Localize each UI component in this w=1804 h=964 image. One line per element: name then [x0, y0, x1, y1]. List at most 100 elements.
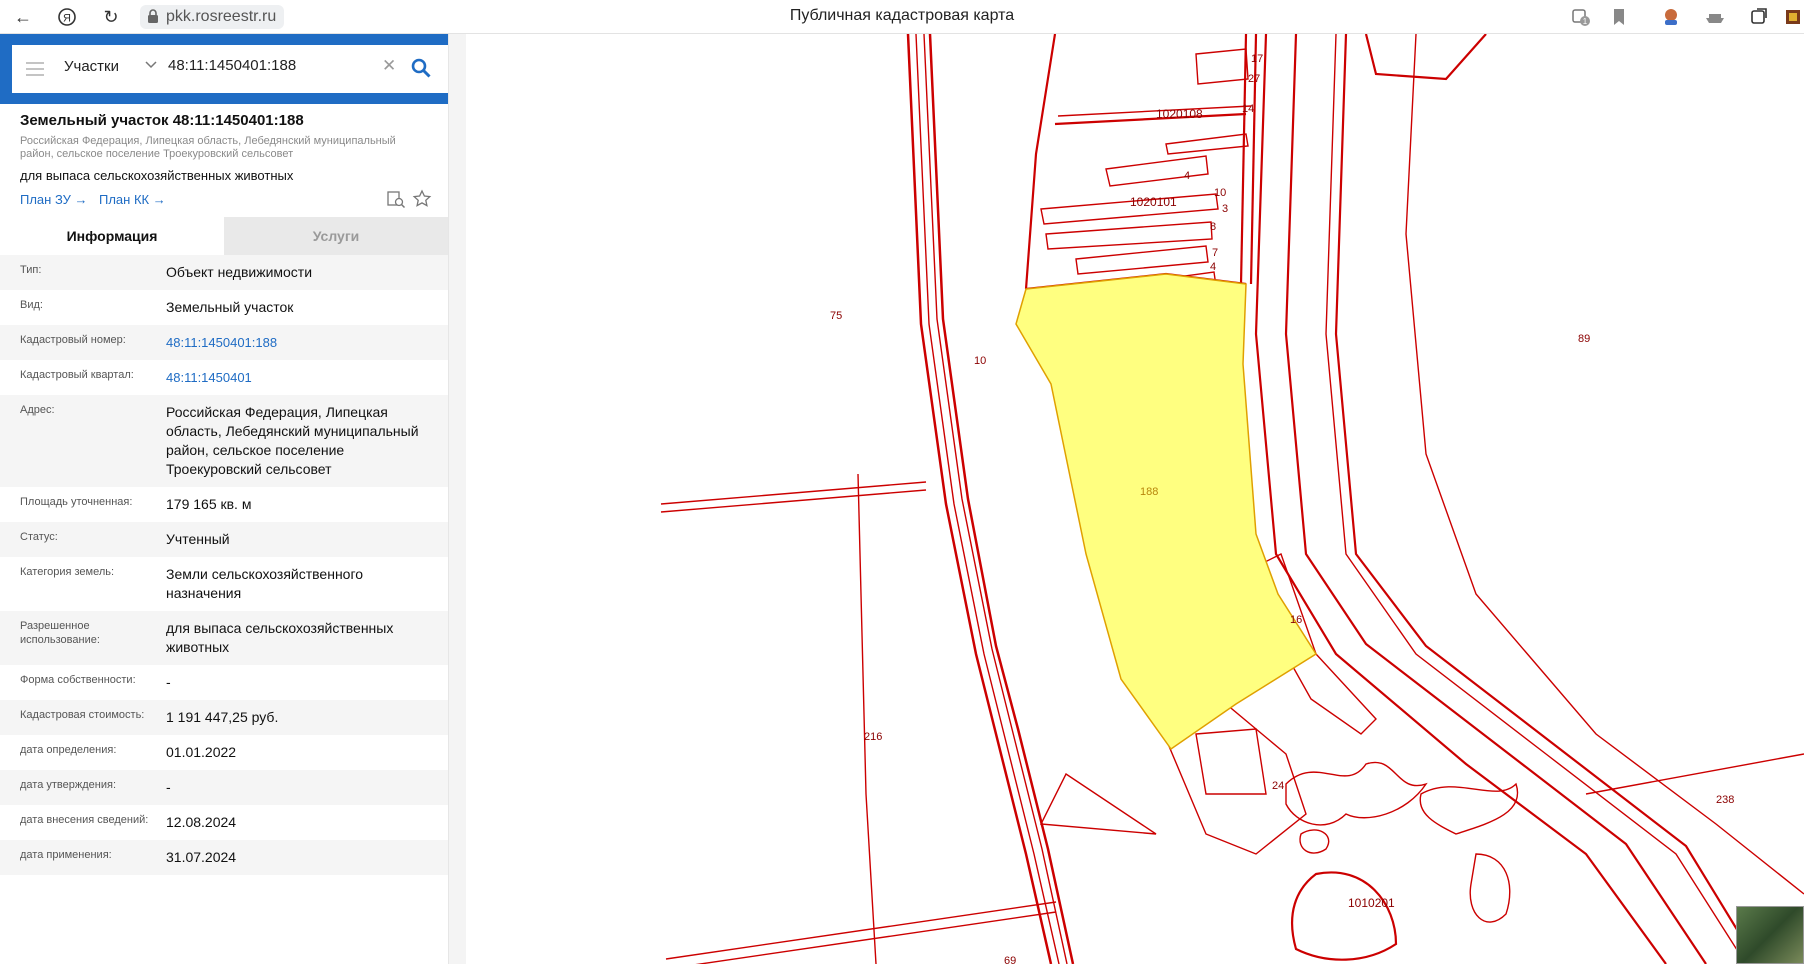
- property-row: Форма собственности: -: [0, 665, 448, 700]
- map-label: 24: [1272, 780, 1284, 792]
- tab-services[interactable]: Услуги: [224, 217, 448, 255]
- property-value: Учтенный: [166, 531, 230, 547]
- property-value: 31.07.2024: [166, 849, 237, 865]
- search-box: Участки ✕: [12, 45, 450, 93]
- map-label: 16: [1290, 614, 1302, 626]
- property-row: Вид: Земельный участок: [0, 290, 448, 325]
- tab-information[interactable]: Информация: [0, 217, 224, 255]
- map-label: 4: [1210, 261, 1216, 273]
- property-label: Адрес:: [20, 404, 55, 416]
- property-label: Форма собственности:: [20, 674, 136, 686]
- map-label: 216: [864, 731, 882, 743]
- property-row: Площадь уточненная: 179 165 кв. м: [0, 487, 448, 522]
- map-label: 238: [1716, 794, 1734, 806]
- hat-icon[interactable]: [1704, 6, 1726, 28]
- search-category-select[interactable]: Участки: [64, 58, 119, 75]
- extension-icon[interactable]: [1660, 6, 1682, 28]
- map-label: 75: [830, 310, 842, 322]
- cadastral-map[interactable]: 17 27 1020108 14 4 1020101 10 3 8 7 4 75…: [466, 34, 1804, 964]
- property-label: дата применения:: [20, 849, 112, 861]
- property-label: Разрешенное использование:: [20, 620, 100, 646]
- properties-table: Тип: Объект недвижимости Вид: Земельный уч…: [0, 255, 448, 875]
- map-label: 89: [1578, 333, 1590, 345]
- bookmark-icon[interactable]: [1608, 6, 1630, 28]
- property-row: Кадастровый квартал: 48:11:1450401: [0, 360, 448, 395]
- property-row: дата утверждения: -: [0, 770, 448, 805]
- property-label: дата утверждения:: [20, 779, 117, 791]
- search-panel: Участки ✕: [0, 34, 466, 104]
- property-label: Категория земель:: [20, 566, 115, 578]
- map-label: 17: [1251, 53, 1263, 65]
- property-row: дата определения: 01.01.2022: [0, 735, 448, 770]
- map-label: 4: [1184, 170, 1190, 182]
- property-label: Кадастровый номер:: [20, 334, 126, 346]
- zoom-to-parcel-icon[interactable]: [386, 189, 406, 209]
- hamburger-menu-icon[interactable]: [26, 62, 44, 76]
- property-row: Разрешенное использование: для выпаса сел…: [0, 611, 448, 665]
- property-label: дата внесения сведений:: [20, 814, 149, 826]
- satellite-layer-toggle[interactable]: [1736, 906, 1804, 964]
- parcel-address: Российская Федерация, Липецкая область, …: [20, 135, 396, 160]
- map-label: 7: [1212, 247, 1218, 259]
- map-label: 188: [1140, 486, 1158, 498]
- cadastral-number-link[interactable]: 48:11:1450401:188: [166, 333, 438, 352]
- selected-parcel[interactable]: [1015, 273, 1318, 751]
- map-label: 69: [1004, 955, 1016, 964]
- map-labels: 17 27 1020108 14 4 1020101 10 3 8 7 4 75…: [830, 53, 1734, 964]
- property-value: Объект недвижимости: [166, 264, 313, 280]
- property-value: 01.01.2022: [166, 744, 237, 760]
- property-label: Площадь уточненная:: [20, 496, 133, 508]
- property-row: дата внесения сведений: 12.08.2024: [0, 805, 448, 840]
- property-row: Кадастровая стоимость: 1 191 447,25 руб.: [0, 700, 448, 735]
- page-title: Публичная кадастровая карта: [789, 7, 1015, 24]
- cadastral-quarter-link[interactable]: 48:11:1450401: [166, 368, 438, 387]
- property-value: Российская Федерация, Липецкая область, …: [166, 404, 419, 477]
- property-value: 12.08.2024: [166, 814, 237, 830]
- plan-kk-link[interactable]: План КК →: [99, 192, 166, 207]
- chevron-down-icon[interactable]: [144, 57, 158, 74]
- map-canvas[interactable]: 17 27 1020108 14 4 1020101 10 3 8 7 4 75…: [466, 34, 1804, 964]
- property-value: Земельный участок: [166, 299, 294, 315]
- notifications-icon[interactable]: 1: [1570, 6, 1592, 28]
- property-row: Кадастровый номер: 48:11:1450401:188: [0, 325, 448, 360]
- property-label: дата определения:: [20, 744, 117, 756]
- search-input[interactable]: [168, 57, 378, 74]
- property-label: Вид:: [20, 299, 43, 311]
- property-value: -: [166, 674, 171, 690]
- plan-zu-link[interactable]: План ЗУ →: [20, 192, 88, 207]
- info-sidebar: Участки ✕ Земельный участок 48:11:145040…: [0, 34, 467, 964]
- property-row: дата применения: 31.07.2024: [0, 840, 448, 875]
- property-row: Тип: Объект недвижимости: [0, 255, 448, 290]
- map-label: 10: [974, 355, 986, 367]
- property-label: Тип:: [20, 264, 42, 276]
- parcel-usage: для выпаса сельскохозяйственных животных: [20, 168, 294, 183]
- property-row: Статус: Учтенный: [0, 522, 448, 557]
- map-label: 1020108: [1156, 107, 1203, 121]
- property-label: Статус:: [20, 531, 58, 543]
- map-label: 8: [1210, 221, 1216, 233]
- sidebar-scrollbar[interactable]: [448, 34, 467, 964]
- property-value: для выпаса сельскохозяйственных животных: [166, 620, 394, 655]
- map-label: 1010201: [1348, 896, 1395, 910]
- parcel-title: Земельный участок 48:11:1450401:188: [20, 112, 304, 129]
- property-value: Земли сельскохозяйственного назначения: [166, 566, 364, 601]
- property-row: Адрес: Российская Федерация, Липецкая обл…: [0, 395, 448, 487]
- svg-text:1: 1: [1583, 17, 1588, 26]
- map-label: 3: [1222, 203, 1228, 215]
- star-icon[interactable]: [412, 189, 432, 209]
- info-tabs: Информация Услуги: [0, 217, 448, 255]
- map-label: 27: [1248, 73, 1260, 85]
- map-label: 14: [1242, 103, 1254, 115]
- property-value: 1 191 447,25 руб.: [166, 709, 279, 725]
- browser-toolbar: ← Я ↻ pkk.rosreestr.ru Публичная кадастр…: [0, 0, 1804, 34]
- property-row: Категория земель: Земли сельскохозяйствен…: [0, 557, 448, 611]
- property-label: Кадастровая стоимость:: [20, 709, 145, 721]
- property-value: -: [166, 779, 171, 795]
- collections-icon[interactable]: [1748, 6, 1770, 28]
- map-label: 10: [1214, 187, 1226, 199]
- close-icon[interactable]: ✕: [382, 56, 396, 76]
- map-label: 1020101: [1130, 195, 1177, 209]
- profile-icon[interactable]: [1782, 6, 1804, 28]
- search-icon[interactable]: [410, 57, 432, 79]
- property-value: 179 165 кв. м: [166, 496, 252, 512]
